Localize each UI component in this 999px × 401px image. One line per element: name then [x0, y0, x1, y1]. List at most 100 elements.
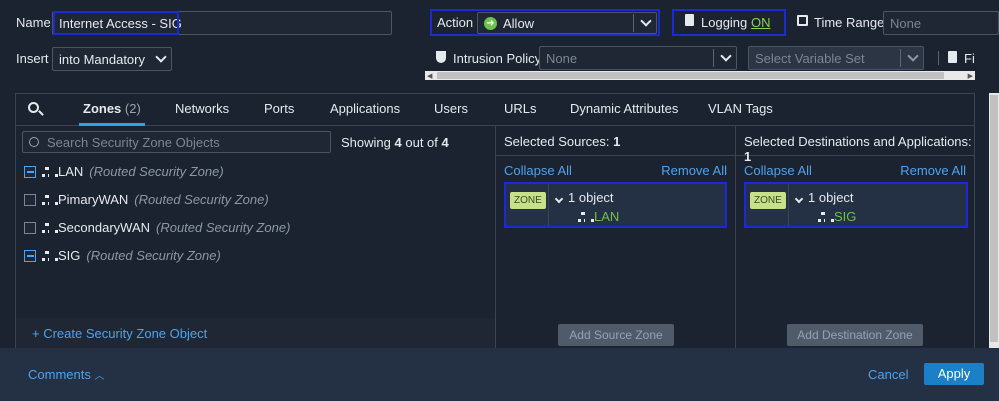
source-object-count[interactable]: 1 object — [554, 190, 614, 205]
selected-sources-panel: Selected Sources: 1 Collapse All Remove … — [496, 126, 736, 348]
time-range-icon — [797, 14, 808, 29]
intrusion-policy-value: None — [546, 50, 578, 66]
intrusion-policy-label: Intrusion Policy — [453, 51, 542, 66]
variable-set-placeholder: Select Variable Set — [755, 50, 865, 66]
comments-label: Comments — [28, 367, 91, 382]
zone-checkbox[interactable] — [24, 221, 36, 234]
tab-ports[interactable]: Ports — [264, 101, 294, 116]
intrusion-policy-select[interactable]: None — [539, 46, 737, 70]
allow-icon: ➜ — [484, 16, 497, 30]
variable-set-select[interactable]: Select Variable Set — [748, 46, 924, 70]
time-range-input[interactable]: None — [883, 11, 999, 35]
sources-header: Selected Sources: 1 — [496, 126, 735, 156]
divider — [938, 51, 939, 65]
create-zone-bar: + Create Security Zone Object — [16, 318, 495, 348]
time-range-placeholder: None — [890, 15, 922, 31]
zone-search-placeholder: Search Security Zone Objects — [47, 134, 220, 150]
dialog-footer: Comments ︿ Cancel Apply — [0, 348, 999, 401]
action-label: Action — [437, 15, 474, 30]
scroll-left-icon[interactable]: ◀ — [427, 72, 432, 80]
tab-zones[interactable]: Zones (2) — [79, 101, 145, 126]
zone-type: (Routed Security Zone) — [89, 164, 224, 179]
document-icon — [685, 14, 694, 29]
scrollbar-thumb[interactable] — [990, 95, 998, 342]
search-icon[interactable] — [28, 101, 44, 116]
insert-label: Insert — [16, 51, 49, 66]
showing-count: Showing 4 out of 4 — [341, 135, 449, 150]
sources-header-count: 1 — [613, 134, 621, 149]
destination-object-name: SIG — [834, 209, 857, 224]
file-policy-label: Fi — [964, 51, 975, 66]
tab-vlan-tags[interactable]: VLAN Tags — [708, 101, 773, 116]
network-zone-icon — [42, 222, 58, 233]
tab-networks[interactable]: Networks — [175, 101, 229, 116]
chevron-down-icon — [794, 194, 804, 204]
source-object-item: LAN — [578, 209, 619, 224]
add-destination-zone-button[interactable]: Add Destination Zone — [787, 324, 923, 346]
action-select[interactable]: ➜ Allow — [477, 12, 657, 34]
destinations-header: Selected Destinations and Applications: … — [736, 126, 974, 164]
collapse-all-sources-link[interactable]: Collapse All — [504, 163, 572, 178]
tab-dynamic-attributes[interactable]: Dynamic Attributes — [570, 101, 678, 116]
scroll-right-icon[interactable]: ▶ — [968, 72, 973, 80]
network-zone-icon — [42, 166, 58, 177]
remove-all-destinations-link[interactable]: Remove All — [900, 163, 966, 178]
scrollbar-thumb[interactable] — [437, 72, 944, 79]
action-value: Allow — [503, 15, 535, 31]
conditions-panel: Zones (2) Networks Ports Applications Us… — [15, 93, 975, 349]
destination-object-count[interactable]: 1 object — [794, 190, 854, 205]
zone-item-lan[interactable]: LAN (Routed Security Zone) — [24, 164, 224, 179]
zone-item-sig[interactable]: SIG (Routed Security Zone) — [24, 248, 221, 263]
search-icon — [29, 137, 39, 147]
showing-mid: out of — [405, 135, 438, 150]
source-object-name: LAN — [594, 209, 620, 224]
tab-zones-label: Zones — [83, 101, 122, 116]
file-icon — [948, 51, 957, 66]
logging-value[interactable]: ON — [751, 15, 771, 30]
horizontal-scrollbar[interactable]: ◀ ▶ — [425, 71, 975, 80]
name-field[interactable]: Internet Access - SIG — [52, 11, 392, 35]
selected-destinations-panel: Selected Destinations and Applications: … — [736, 126, 974, 348]
chevron-down-icon — [640, 15, 652, 27]
chevron-down-icon — [720, 50, 732, 62]
zone-checkbox[interactable] — [24, 193, 36, 206]
zone-badge: ZONE — [750, 192, 786, 209]
network-zone-icon — [42, 250, 58, 261]
zone-type: (Routed Security Zone) — [86, 248, 221, 263]
destination-object-group[interactable]: ZONE 1 object SIG — [744, 182, 968, 228]
zone-search-input[interactable]: Search Security Zone Objects — [22, 131, 331, 153]
zone-name: SecondaryWAN — [58, 220, 150, 235]
object-count-text: 1 object — [808, 190, 854, 205]
source-object-group[interactable]: ZONE 1 object LAN — [504, 182, 727, 228]
remove-all-sources-link[interactable]: Remove All — [661, 163, 727, 178]
chevron-up-icon: ︿ — [94, 371, 105, 382]
name-label: Name — [16, 15, 51, 30]
vertical-scrollbar[interactable] — [989, 93, 999, 348]
apply-button[interactable]: Apply — [924, 363, 984, 385]
time-range-label: Time Range — [814, 15, 885, 30]
showing-number: 4 — [394, 135, 402, 150]
zone-checkbox[interactable] — [24, 249, 36, 262]
add-source-zone-button[interactable]: Add Source Zone — [558, 324, 674, 346]
chevron-down-icon — [907, 50, 919, 62]
comments-toggle[interactable]: Comments ︿ — [28, 367, 104, 382]
zone-name: PimaryWAN — [58, 192, 129, 207]
zone-item-secondarywan[interactable]: SecondaryWAN (Routed Security Zone) — [24, 220, 290, 235]
destinations-header-count: 1 — [744, 149, 752, 164]
tab-bar: Zones (2) Networks Ports Applications Us… — [16, 94, 974, 126]
cancel-button[interactable]: Cancel — [868, 367, 908, 382]
destination-object-item: SIG — [818, 209, 856, 224]
tab-users[interactable]: Users — [434, 101, 468, 116]
create-zone-link[interactable]: + Create Security Zone Object — [32, 326, 207, 341]
logging-label: Logging — [701, 15, 748, 30]
network-zone-icon — [42, 194, 58, 205]
tab-urls[interactable]: URLs — [504, 101, 537, 116]
insert-select[interactable]: into Mandatory — [52, 47, 172, 71]
collapse-all-destinations-link[interactable]: Collapse All — [744, 163, 812, 178]
object-count-text: 1 object — [568, 190, 614, 205]
zone-item-pimarywan[interactable]: PimaryWAN (Routed Security Zone) — [24, 192, 269, 207]
showing-total: 4 — [441, 135, 449, 150]
zone-checkbox[interactable] — [24, 165, 36, 178]
tab-applications[interactable]: Applications — [330, 101, 400, 116]
chevron-down-icon — [155, 51, 167, 63]
